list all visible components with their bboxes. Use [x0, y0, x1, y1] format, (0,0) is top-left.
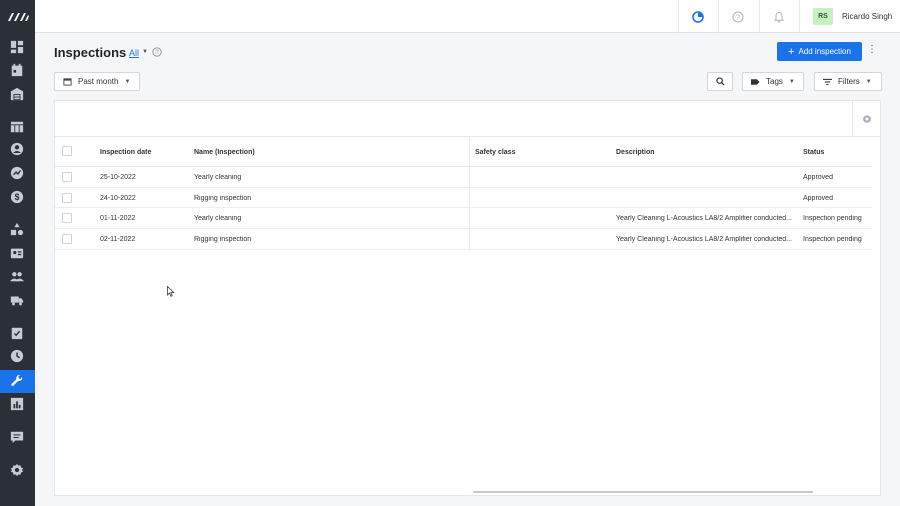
- column-header-date[interactable]: Inspection date: [100, 144, 151, 160]
- table-icon[interactable]: [10, 120, 24, 134]
- row-checkbox[interactable]: [62, 213, 72, 223]
- mouse-cursor-icon: [167, 286, 175, 297]
- table-cell-description: Yearly Cleaning L-Acoustics LA8/2 Amplif…: [616, 236, 793, 243]
- divider: [55, 228, 872, 229]
- table-cell-description: Yearly Cleaning L-Acoustics LA8/2 Amplif…: [616, 215, 793, 222]
- chevron-down-icon: ▼: [124, 78, 131, 85]
- period-selector[interactable]: Past month ▼: [54, 72, 140, 91]
- more-options-icon[interactable]: ⋮: [867, 45, 877, 55]
- finance-icon[interactable]: $: [10, 190, 24, 204]
- divider: [55, 207, 872, 208]
- truck-icon[interactable]: [10, 293, 24, 307]
- divider: [55, 187, 872, 188]
- row-checkbox[interactable]: [62, 193, 72, 203]
- tasks-icon[interactable]: [10, 326, 24, 340]
- table-cell-name[interactable]: Yearly cleaning: [194, 174, 241, 181]
- row-checkbox[interactable]: [62, 234, 72, 244]
- filter-icon: [823, 78, 832, 85]
- gear-icon: [862, 114, 871, 124]
- table-cell-status: Inspection pending: [803, 236, 862, 243]
- table-cell-date: 25-10-2022: [100, 174, 136, 181]
- contacts-icon[interactable]: [10, 142, 24, 156]
- filters-dropdown[interactable]: Filters ▼: [814, 72, 882, 91]
- column-header-name[interactable]: Name (Inspection): [194, 144, 255, 160]
- add-inspection-button[interactable]: + Add inspection: [777, 42, 862, 61]
- app-logo-icon[interactable]: [6, 10, 30, 24]
- user-menu[interactable]: RS Ricardo Singh: [799, 0, 900, 33]
- reports-icon[interactable]: [10, 397, 24, 411]
- filters-label: Filters: [838, 77, 860, 86]
- search-icon: [715, 77, 725, 86]
- help-circle-icon[interactable]: ?: [152, 47, 162, 57]
- dashboard-icon[interactable]: [10, 40, 24, 54]
- view-selector[interactable]: All: [129, 48, 139, 58]
- page-title: Inspections: [54, 45, 127, 60]
- table-cell-name[interactable]: Yearly cleaning: [194, 215, 241, 222]
- inspections-table: Inspection date Name (Inspection) Safety…: [54, 100, 881, 496]
- bell-icon: [773, 11, 784, 22]
- people-icon[interactable]: [10, 269, 24, 283]
- horizontal-scrollbar[interactable]: [473, 491, 813, 493]
- svg-text:?: ?: [155, 50, 159, 56]
- row-checkbox[interactable]: [62, 172, 72, 182]
- notifications-button[interactable]: [759, 0, 797, 33]
- warehouse-icon[interactable]: [10, 87, 24, 101]
- column-divider: [469, 137, 470, 249]
- help-button[interactable]: ?: [718, 0, 756, 33]
- equipment-icon[interactable]: [10, 222, 24, 236]
- divider: [55, 249, 872, 250]
- calendar-icon: [63, 78, 72, 86]
- table-cell-status: Inspection pending: [803, 215, 862, 222]
- add-inspection-label: Add inspection: [798, 47, 851, 56]
- wrench-icon: [10, 374, 24, 388]
- select-all-checkbox[interactable]: [62, 146, 72, 156]
- messages-icon[interactable]: [10, 430, 24, 444]
- progress-icon: [691, 10, 704, 23]
- table-settings-button[interactable]: [852, 101, 880, 137]
- crew-card-icon[interactable]: [10, 246, 24, 260]
- column-header-description[interactable]: Description: [616, 144, 655, 160]
- user-name: Ricardo Singh: [842, 12, 893, 21]
- table-cell-date: 02-11-2022: [100, 236, 136, 243]
- calendar-icon[interactable]: [10, 63, 24, 77]
- tag-icon: [751, 78, 760, 85]
- search-button[interactable]: [707, 72, 733, 91]
- analytics-icon[interactable]: [10, 166, 24, 180]
- tags-dropdown[interactable]: Tags ▼: [742, 72, 804, 91]
- avatar: RS: [813, 8, 833, 25]
- table-cell-status: Approved: [803, 174, 833, 181]
- column-header-safety-class[interactable]: Safety class: [475, 144, 515, 160]
- column-header-status[interactable]: Status: [803, 144, 824, 160]
- svg-text:?: ?: [736, 14, 740, 21]
- chevron-down-icon: ▼: [865, 78, 872, 85]
- table-toolbar: [55, 101, 880, 137]
- settings-icon[interactable]: [10, 463, 24, 477]
- status-indicator-button[interactable]: [678, 0, 716, 33]
- chevron-down-icon: ▼: [788, 78, 795, 85]
- table-cell-name[interactable]: Rigging inspection: [194, 195, 251, 202]
- table-cell-date: 01-11-2022: [100, 215, 136, 222]
- table-cell-name[interactable]: Rigging inspection: [194, 236, 251, 243]
- topbar: ? RS Ricardo Singh: [35, 0, 900, 33]
- svg-text:$: $: [15, 192, 20, 202]
- help-circle-icon: ?: [732, 11, 743, 22]
- sidebar-item-active[interactable]: [0, 370, 35, 393]
- period-label: Past month: [78, 77, 119, 86]
- table-cell-date: 24-10-2022: [100, 195, 136, 202]
- table-cell-status: Approved: [803, 195, 833, 202]
- chevron-down-icon[interactable]: ▼: [142, 49, 148, 55]
- plus-icon: +: [788, 45, 795, 58]
- sidebar: $: [0, 0, 35, 506]
- divider: [55, 166, 872, 167]
- clock-icon[interactable]: [10, 349, 24, 363]
- tags-label: Tags: [766, 77, 783, 86]
